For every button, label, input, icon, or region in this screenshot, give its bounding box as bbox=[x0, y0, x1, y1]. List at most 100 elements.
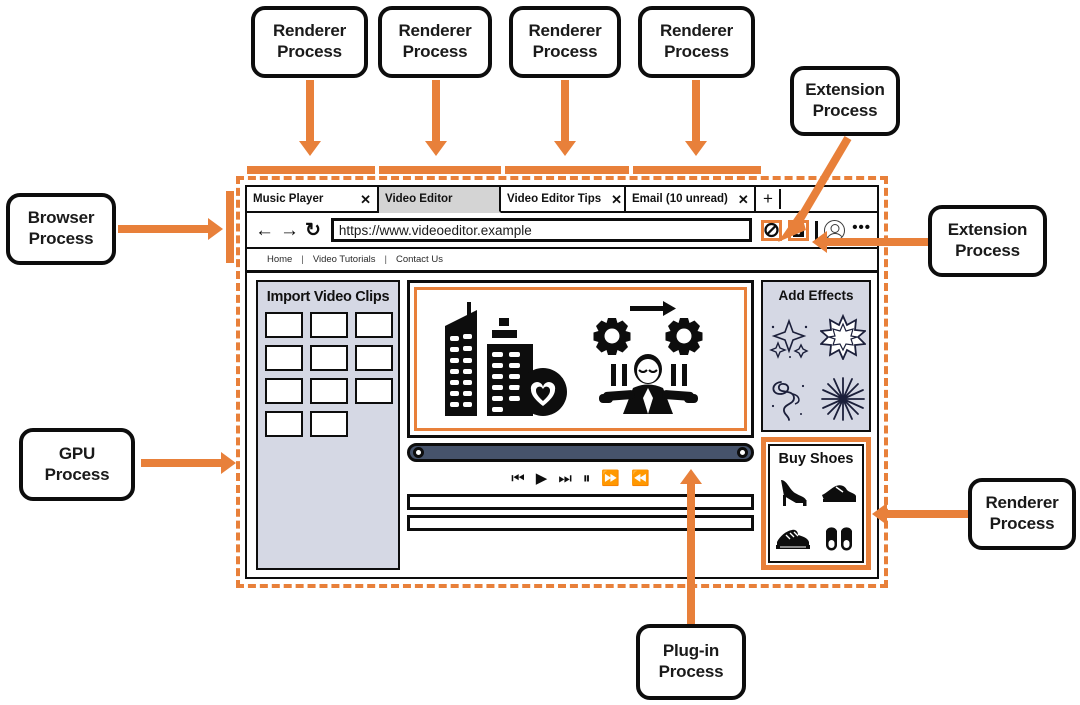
callout-label: Renderer Process bbox=[272, 21, 347, 61]
tab-close-icon[interactable]: ✕ bbox=[354, 193, 371, 206]
tab-video-editor-tips[interactable]: Video Editor Tips ✕ bbox=[501, 187, 626, 213]
clip-thumbnail[interactable] bbox=[265, 345, 303, 371]
arrow-renderer-1 bbox=[306, 80, 314, 142]
clip-thumbnail[interactable] bbox=[265, 411, 303, 437]
timeline-track-row[interactable] bbox=[407, 494, 754, 510]
callout-extension-process-top: Extension Process bbox=[790, 66, 900, 136]
arrowhead-gpu-process bbox=[221, 452, 236, 474]
clip-thumbnail[interactable] bbox=[355, 312, 393, 338]
effect-option-swirl[interactable] bbox=[763, 368, 816, 430]
ad-product-sneaker[interactable] bbox=[770, 515, 816, 561]
address-bar-text: https://www.videoeditor.example bbox=[338, 222, 532, 238]
scrubber-handle-right[interactable] bbox=[737, 447, 748, 458]
ad-title: Buy Shoes bbox=[778, 451, 854, 467]
import-video-clips-panel: Import Video Clips bbox=[256, 280, 400, 570]
callout-label: Renderer Process bbox=[659, 21, 734, 61]
scrubber-handle-left[interactable] bbox=[413, 447, 424, 458]
arrow-browser-process bbox=[118, 225, 210, 233]
arrow-extension-right bbox=[826, 238, 930, 246]
effect-option-firework[interactable] bbox=[816, 368, 869, 430]
callout-extension-process-right: Extension Process bbox=[928, 205, 1047, 277]
play-icon[interactable]: ▶ bbox=[536, 469, 548, 487]
arrowhead-renderer-2 bbox=[425, 141, 447, 156]
callout-renderer-process-3: Renderer Process bbox=[509, 6, 621, 78]
callout-browser-process: Browser Process bbox=[6, 193, 116, 265]
arrowhead-browser-process bbox=[208, 218, 223, 240]
clip-thumbnail-grid bbox=[263, 312, 393, 437]
site-nav-link-contact-us[interactable]: Contact Us bbox=[396, 254, 443, 265]
clip-thumbnail[interactable] bbox=[310, 378, 348, 404]
clip-thumbnail[interactable] bbox=[265, 378, 303, 404]
arrow-renderer-right bbox=[886, 510, 972, 518]
ad-product-slippers[interactable] bbox=[816, 515, 862, 561]
arrowhead-renderer-4 bbox=[685, 141, 707, 156]
address-bar[interactable]: https://www.videoeditor.example bbox=[330, 218, 753, 242]
tab-close-icon[interactable]: ✕ bbox=[732, 193, 749, 206]
arrowhead-plugin-process bbox=[680, 469, 702, 484]
callout-label: GPU Process bbox=[44, 443, 110, 484]
callout-gpu-process: GPU Process bbox=[19, 428, 135, 501]
advertisement-panel[interactable]: Buy Shoes bbox=[761, 437, 871, 570]
nav-separator: | bbox=[384, 254, 387, 265]
effect-option-sparkles[interactable] bbox=[763, 306, 816, 368]
callout-label: Browser Process bbox=[27, 208, 95, 248]
ad-product-dress-shoe[interactable] bbox=[816, 469, 862, 515]
effects-icon-grid bbox=[763, 306, 869, 430]
high-heel-icon bbox=[781, 480, 807, 506]
callout-label: Renderer Process bbox=[985, 493, 1059, 533]
timeline-track-row[interactable] bbox=[407, 515, 754, 531]
swirl-smoke-icon bbox=[771, 381, 804, 421]
callout-label: Plug-in Process bbox=[658, 641, 724, 681]
tab-video-editor[interactable]: Video Editor bbox=[379, 187, 501, 213]
clip-thumbnail[interactable] bbox=[355, 345, 393, 371]
ad-product-grid bbox=[770, 469, 862, 561]
callout-renderer-process-2: Renderer Process bbox=[378, 6, 492, 78]
tab-music-player[interactable]: Music Player ✕ bbox=[247, 187, 379, 213]
clip-thumbnail[interactable] bbox=[265, 312, 303, 338]
video-player-column: ⏮ ▶ ⏭ ⏸ ⏩ ⏪ bbox=[407, 280, 754, 570]
tab-label: Email (10 unread) bbox=[632, 193, 728, 205]
tab-label: Video Editor Tips bbox=[507, 193, 602, 205]
tab-span-bar-1 bbox=[247, 166, 375, 174]
site-nav-link-home[interactable]: Home bbox=[267, 254, 292, 265]
tab-email[interactable]: Email (10 unread) ✕ bbox=[626, 187, 756, 213]
starburst-icon bbox=[819, 314, 866, 360]
reload-icon[interactable]: ↻ bbox=[305, 221, 321, 240]
tab-label: Video Editor bbox=[385, 193, 453, 205]
previous-track-icon[interactable]: ⏮ bbox=[511, 470, 525, 487]
clip-thumbnail[interactable] bbox=[310, 411, 348, 437]
arrow-gpu-process bbox=[141, 459, 223, 467]
callout-label: Renderer Process bbox=[528, 21, 602, 61]
clip-thumbnail[interactable] bbox=[310, 312, 348, 338]
firework-icon bbox=[820, 377, 865, 421]
tab-close-icon[interactable]: ✕ bbox=[605, 193, 622, 206]
arrowhead-renderer-3 bbox=[554, 141, 576, 156]
callout-label: Extension Process bbox=[805, 80, 885, 120]
ad-product-high-heel[interactable] bbox=[770, 469, 816, 515]
clip-thumbnail[interactable] bbox=[355, 378, 393, 404]
effects-panel-title: Add Effects bbox=[778, 288, 854, 303]
site-nav-link-video-tutorials[interactable]: Video Tutorials bbox=[313, 254, 376, 265]
browser-process-span-bar bbox=[226, 191, 234, 263]
arrow-extension-diagonal bbox=[778, 135, 852, 242]
pause-icon[interactable]: ⏸ bbox=[583, 470, 591, 487]
page-content: Import Video Clips ⏮ ▶ ⏭ ⏸ ⏩ ⏪ Add Effec… bbox=[247, 273, 877, 577]
arrow-renderer-3 bbox=[561, 80, 569, 142]
forward-arrow-icon[interactable]: → bbox=[280, 221, 299, 240]
callout-label: Renderer Process bbox=[398, 21, 472, 61]
callout-label: Extension Process bbox=[947, 220, 1028, 260]
city-skyline-graphic bbox=[444, 302, 567, 416]
rewind-icon[interactable]: ⏪ bbox=[631, 469, 650, 487]
callout-plugin-process: Plug-in Process bbox=[636, 624, 746, 700]
clip-thumbnail[interactable] bbox=[310, 345, 348, 371]
next-track-icon[interactable]: ⏭ bbox=[558, 470, 572, 487]
back-arrow-icon[interactable]: ← bbox=[255, 221, 274, 240]
import-panel-title: Import Video Clips bbox=[266, 289, 390, 305]
tab-span-bar-4 bbox=[633, 166, 761, 174]
timeline-scrubber[interactable] bbox=[407, 443, 754, 462]
callout-renderer-process-right: Renderer Process bbox=[968, 478, 1076, 550]
diagram-canvas: Renderer Process Renderer Process Render… bbox=[0, 0, 1080, 705]
fast-forward-icon[interactable]: ⏩ bbox=[601, 469, 620, 487]
dress-shoe-icon bbox=[822, 485, 856, 502]
effect-option-starburst[interactable] bbox=[816, 306, 869, 368]
